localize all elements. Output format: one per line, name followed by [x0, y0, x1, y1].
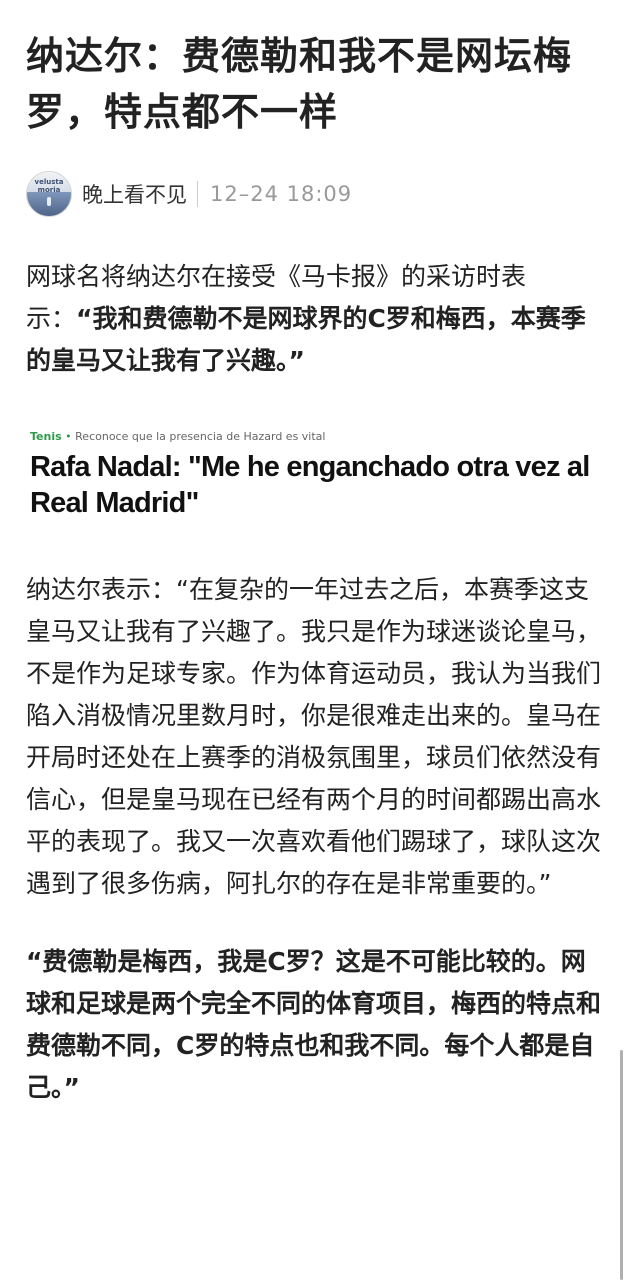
embed-bullet: •	[65, 430, 72, 443]
intro-quote: “我和费德勒不是网球界的C罗和梅西，本赛季的皇马又让我有了兴趣。”	[26, 304, 586, 375]
embed-category: Tenis	[30, 430, 62, 443]
article: 纳达尔：费德勒和我不是网坛梅罗，特点都不一样 velusta moria 晚上看…	[0, 0, 627, 1109]
intro-paragraph: 网球名将纳达尔在接受《马卡报》的采访时表示：“我和费德勒不是网球界的C罗和梅西，…	[26, 256, 601, 382]
author-avatar[interactable]: velusta moria	[26, 171, 72, 217]
embedded-screenshot: Tenis • Reconoce que la presencia de Haz…	[26, 430, 601, 521]
meta-divider	[197, 181, 198, 207]
quote-paragraph: “费德勒是梅西，我是C罗？这是不可能比较的。网球和足球是两个完全不同的体育项目，…	[26, 947, 602, 1102]
author-name[interactable]: 晚上看不见	[82, 179, 187, 209]
publish-time: 12–24 18:09	[210, 182, 353, 206]
embed-kicker-text: Reconoce que la presencia de Hazard es v…	[75, 430, 326, 443]
embed-kicker: Tenis • Reconoce que la presencia de Haz…	[30, 430, 601, 444]
scrollbar[interactable]	[620, 1050, 623, 1280]
avatar-figure-icon	[47, 197, 51, 206]
body-paragraph: 纳达尔表示：“在复杂的一年过去之后，本赛季这支皇马又让我有了兴趣了。我只是作为球…	[26, 575, 602, 898]
embed-headline: Rafa Nadal: "Me he enganchado otra vez a…	[30, 451, 590, 519]
author-meta: velusta moria 晚上看不见 12–24 18:09	[26, 170, 601, 218]
article-title: 纳达尔：费德勒和我不是网坛梅罗，特点都不一样	[26, 34, 573, 134]
